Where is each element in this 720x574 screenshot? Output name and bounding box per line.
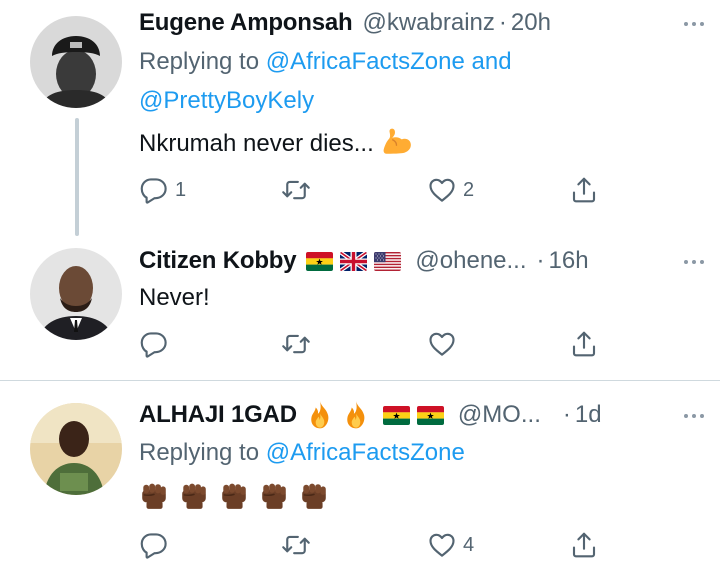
tweet-eugene[interactable]: Eugene Amponsah @kwabrainz · 20h Replyin… — [0, 0, 720, 236]
timestamp[interactable]: 1d — [575, 401, 602, 429]
speech-bubble-icon — [139, 329, 169, 359]
separator-dot: · — [498, 9, 507, 36]
replying-and: and — [471, 48, 512, 75]
raised-fist-icon — [299, 481, 329, 511]
avatar-eugene[interactable] — [30, 16, 122, 108]
ghana-flag-icon — [383, 406, 410, 425]
like-button[interactable]: 4 — [427, 527, 474, 563]
tweet-header: ALHAJI 1GAD @MO... · 1d — [139, 398, 700, 432]
display-name[interactable]: Eugene Amponsah — [139, 9, 353, 37]
retweet-button[interactable] — [281, 527, 311, 563]
tweet-actions: 4 — [139, 527, 609, 563]
avatar-kobby[interactable] — [30, 248, 122, 340]
reply-button[interactable] — [139, 326, 169, 362]
replying-to: Replying to @AfricaFactsZone and — [139, 42, 512, 81]
avatar-alhaji[interactable] — [30, 403, 122, 495]
heart-icon — [427, 175, 457, 205]
retweet-button[interactable] — [281, 326, 311, 362]
separator-dot: · — [562, 401, 571, 428]
speech-bubble-icon — [139, 175, 169, 205]
user-handle[interactable]: @MO... — [458, 401, 541, 429]
ghana-flag-icon — [417, 406, 444, 425]
tweet-alhaji[interactable]: ALHAJI 1GAD @MO... · 1d Replying to @Afr… — [0, 381, 720, 574]
tweet-actions — [139, 326, 609, 362]
share-button[interactable] — [569, 527, 599, 563]
uk-flag-icon — [340, 252, 367, 271]
retweet-arrows-icon — [281, 329, 311, 359]
raised-fist-icon — [219, 481, 249, 511]
thread-connector-line — [75, 118, 79, 236]
user-handle[interactable]: @kwabrainz — [362, 9, 494, 37]
tweet-kobby[interactable]: Citizen Kobby @ohene... · 16h Never! — [0, 228, 720, 380]
like-button[interactable] — [427, 326, 457, 362]
replying-to-continued: @PrettyBoyKely — [139, 81, 314, 120]
reply-count: 1 — [175, 178, 187, 201]
timestamp[interactable]: 20h — [511, 9, 551, 37]
replying-to: Replying to @AfricaFactsZone — [139, 433, 465, 472]
reply-button[interactable] — [139, 527, 169, 563]
more-options-icon[interactable] — [674, 7, 714, 41]
flexed-biceps-icon — [380, 125, 414, 159]
like-count: 4 — [463, 533, 475, 556]
tweet-text: Never! — [139, 284, 210, 311]
more-options-icon[interactable] — [674, 245, 714, 279]
share-upload-icon — [569, 530, 599, 560]
ghana-flag-icon — [306, 252, 333, 271]
tweet-text-body: Nkrumah never dies... — [139, 130, 374, 157]
mention-link-prettyboykely[interactable]: @PrettyBoyKely — [139, 87, 314, 114]
fire-icon — [307, 400, 333, 430]
timestamp[interactable]: 16h — [549, 247, 589, 275]
like-button[interactable]: 2 — [427, 172, 474, 208]
tweet-actions: 1 2 — [139, 172, 609, 208]
usa-flag-icon — [374, 252, 401, 271]
retweet-arrows-icon — [281, 530, 311, 560]
share-button[interactable] — [569, 172, 599, 208]
user-handle[interactable]: @ohene... — [415, 247, 526, 275]
like-count: 2 — [463, 178, 475, 201]
retweet-button[interactable] — [281, 172, 311, 208]
mention-link-africafactszone[interactable]: @AfricaFactsZone — [266, 439, 465, 466]
tweet-text: Nkrumah never dies... — [139, 128, 414, 160]
heart-icon — [427, 530, 457, 560]
raised-fist-icon — [139, 481, 169, 511]
separator-dot: · — [536, 247, 545, 274]
tweet-header: Eugene Amponsah @kwabrainz · 20h — [139, 6, 700, 40]
share-upload-icon — [569, 329, 599, 359]
fire-icon — [343, 400, 369, 430]
more-options-icon[interactable] — [674, 399, 714, 433]
retweet-arrows-icon — [281, 175, 311, 205]
raised-fist-icon — [179, 481, 209, 511]
display-name[interactable]: Citizen Kobby — [139, 247, 297, 275]
reply-button[interactable]: 1 — [139, 172, 186, 208]
share-button[interactable] — [569, 326, 599, 362]
replying-prefix: Replying to — [139, 439, 260, 466]
speech-bubble-icon — [139, 530, 169, 560]
share-upload-icon — [569, 175, 599, 205]
display-name[interactable]: ALHAJI 1GAD — [139, 401, 297, 429]
heart-icon — [427, 329, 457, 359]
replying-prefix: Replying to — [139, 48, 260, 75]
raised-fist-icon — [259, 481, 289, 511]
tweet-header: Citizen Kobby @ohene... · 16h — [139, 244, 700, 278]
mention-link-africafactszone[interactable]: @AfricaFactsZone — [266, 48, 465, 75]
